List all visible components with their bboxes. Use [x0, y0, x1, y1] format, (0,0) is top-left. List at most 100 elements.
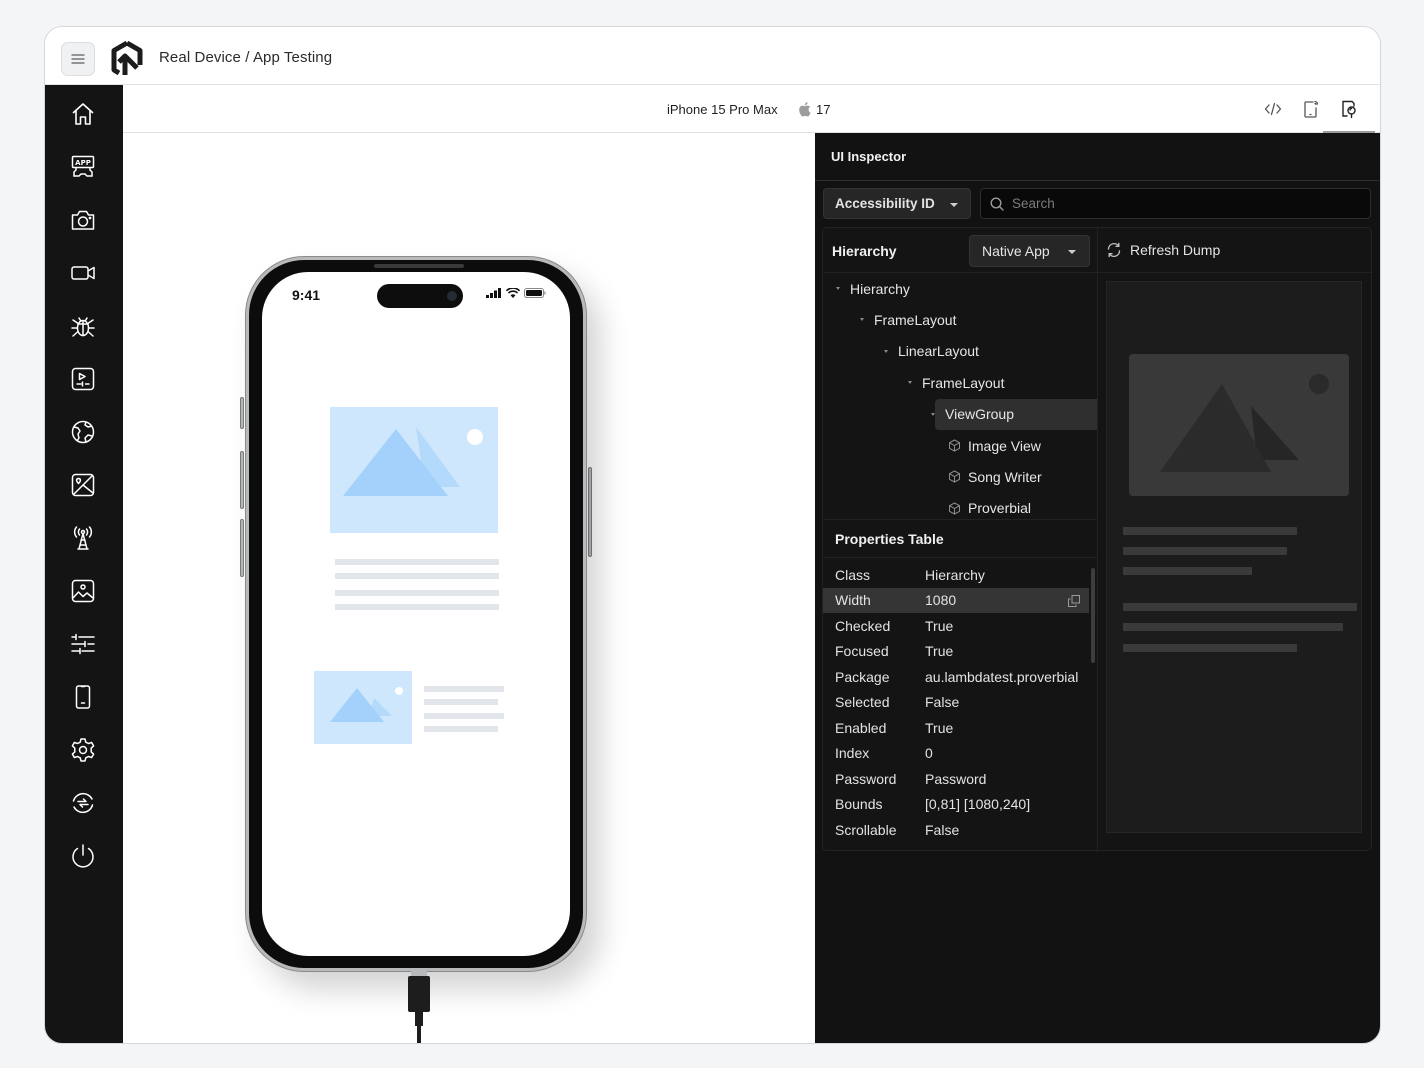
sidebar-item-controls[interactable] [67, 628, 99, 660]
sidebar-item-media[interactable] [67, 363, 99, 395]
property-row[interactable]: Class Hierarchy [823, 562, 1089, 588]
caret-down-icon[interactable] [908, 381, 912, 385]
property-row[interactable]: Focused True [823, 639, 1089, 665]
code-button[interactable] [1261, 97, 1285, 121]
app-icon: APP [71, 155, 95, 177]
refresh-dump-label: Refresh Dump [1130, 242, 1221, 258]
app-mode-select[interactable]: Native App [969, 235, 1090, 267]
tree-node[interactable]: Hierarchy [823, 273, 1097, 304]
caret-down-icon[interactable] [884, 349, 888, 353]
caret-down-icon[interactable] [836, 287, 840, 290]
locator-type-select[interactable]: Accessibility ID [823, 188, 971, 219]
sidebar-item-screenshot[interactable] [67, 204, 99, 236]
tree-node[interactable]: LinearLayout [823, 336, 1097, 367]
sidebar-item-record[interactable] [67, 257, 99, 289]
status-icons [486, 288, 546, 298]
property-value: True [925, 719, 954, 736]
hierarchy-header: Hierarchy Native App [823, 228, 1098, 273]
chevron-down-icon [950, 203, 958, 207]
mountain-illustration [343, 427, 483, 496]
property-key: Focused [835, 643, 889, 660]
switch-icon [72, 792, 94, 814]
property-key: Enabled [835, 719, 887, 736]
caret-down-icon[interactable] [931, 412, 935, 416]
menu-button[interactable] [61, 42, 95, 76]
device-mockup: 9:41 [240, 257, 592, 971]
property-row[interactable]: Bounds [0,81] [1080,240] [823, 792, 1089, 818]
caret-down-icon[interactable] [860, 318, 864, 322]
media-icon [71, 367, 95, 391]
properties-header: Properties Table [823, 519, 1098, 558]
locator-type-value: Accessibility ID [835, 196, 935, 211]
sidebar-item-end-session[interactable] [67, 840, 99, 872]
tree-node[interactable]: FrameLayout [823, 304, 1097, 335]
charging-cable [408, 976, 430, 1012]
ui-inspector-panel: UI Inspector Accessibility ID Hierarchy … [815, 133, 1380, 1043]
chevron-down-icon [1068, 250, 1076, 254]
property-value: Password [925, 770, 987, 787]
cube-icon [949, 470, 960, 483]
globe-icon [71, 420, 95, 444]
tree-node[interactable]: Song Writer [823, 461, 1097, 492]
search-field[interactable] [980, 188, 1371, 219]
bug-icon [71, 317, 95, 337]
tree-node-label: FrameLayout [874, 311, 957, 328]
cube-icon [949, 439, 960, 452]
property-value: False [925, 821, 960, 838]
tree-node-label: Hierarchy [850, 280, 910, 297]
cable-neck [415, 1012, 423, 1026]
volume-up-button [240, 451, 244, 509]
property-row[interactable]: Package au.lambdatest.proverbial [823, 664, 1089, 690]
tree-node[interactable]: FrameLayout [823, 367, 1097, 398]
property-row[interactable]: Checked True [823, 613, 1089, 639]
hierarchy-tree: Hierarchy FrameLayout LinearLayout FrameLay… [823, 273, 1098, 519]
sidebar-item-gps[interactable] [67, 469, 99, 501]
sidebar-item-network[interactable] [67, 522, 99, 554]
property-row[interactable]: Scrollable False [823, 817, 1089, 843]
tree-node[interactable]: Image View [823, 430, 1097, 461]
inspector-button[interactable] [1323, 97, 1375, 133]
video-icon [71, 266, 95, 280]
tree-node[interactable]: ViewGroup [823, 398, 1097, 430]
gear-icon [71, 738, 95, 762]
properties-table: Scrollable False Bounds [0,81] [1080,240] Pa… [823, 558, 1098, 852]
properties-title: Properties Table [835, 531, 944, 547]
refresh-dump-button[interactable]: Refresh Dump [1106, 242, 1220, 258]
speaker [374, 264, 464, 268]
sidebar-item-geolocation[interactable] [67, 416, 99, 448]
sidebar-item-device[interactable] [67, 681, 99, 713]
power-icon [72, 844, 94, 868]
sidebar-item-app[interactable]: APP [59, 143, 107, 191]
hierarchy-label: Hierarchy [832, 243, 897, 259]
lambdatest-logo [111, 40, 143, 76]
sidebar-item-switch-device[interactable] [67, 787, 99, 819]
tree-node[interactable]: Proverbial [823, 493, 1097, 519]
hamburger-icon [71, 54, 85, 64]
search-input[interactable] [1012, 196, 1352, 211]
sidebar-item-debug[interactable] [67, 310, 99, 342]
properties-scrollbar[interactable] [1091, 568, 1095, 663]
property-key: Index [835, 745, 870, 762]
property-row[interactable]: Index 0 [823, 741, 1089, 767]
property-value: True [925, 617, 954, 634]
sidebar-item-home[interactable] [67, 98, 99, 130]
property-key: Width [835, 592, 871, 609]
tree-node-label: LinearLayout [898, 343, 979, 360]
property-row[interactable]: Selected False [823, 690, 1089, 716]
copy-icon[interactable] [1067, 594, 1081, 608]
sidebar-item-settings[interactable] [67, 734, 99, 766]
home-icon [72, 103, 94, 125]
property-row[interactable]: Enabled True [823, 715, 1089, 741]
device-control-button[interactable] [1299, 97, 1323, 121]
app-mode-value: Native App [982, 243, 1050, 259]
device-screen[interactable]: 9:41 [262, 272, 570, 956]
image-placeholder-small [314, 671, 412, 744]
text-line [424, 686, 504, 692]
property-value: [0,81] [1080,240] [925, 796, 1031, 813]
property-key: Package [835, 668, 890, 685]
property-row[interactable]: Width 1080 [823, 587, 1089, 613]
property-row[interactable]: Password Password [823, 766, 1089, 792]
sidebar-item-image-injection[interactable] [67, 575, 99, 607]
property-value: 1080 [925, 592, 957, 609]
mountain-illustration [1160, 374, 1329, 472]
